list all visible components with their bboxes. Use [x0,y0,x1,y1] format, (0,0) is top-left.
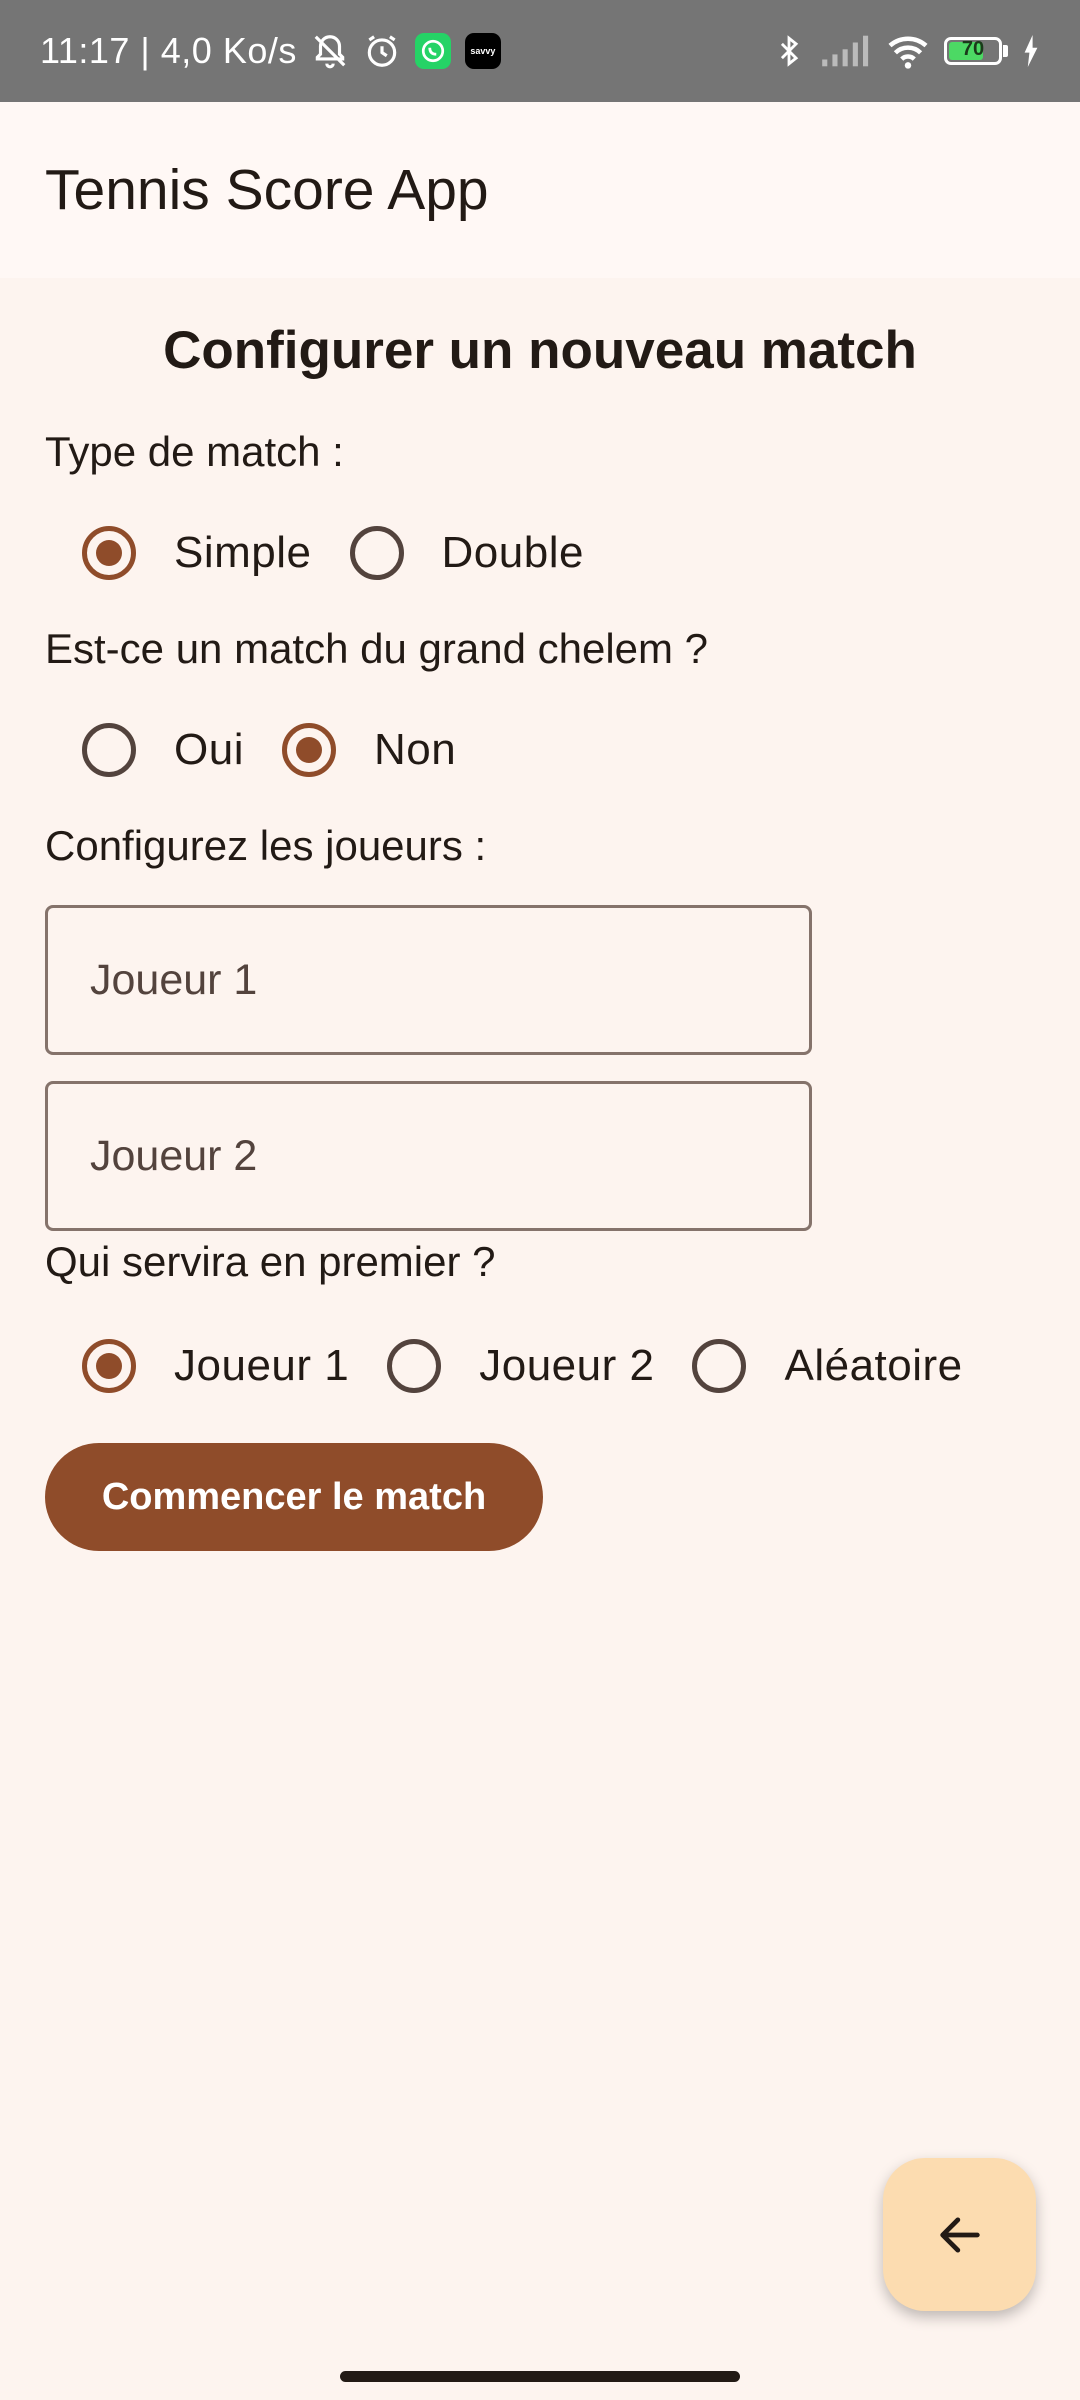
battery-level: 70 [961,38,985,60]
charging-icon [1022,35,1040,67]
radio-label-oui: Oui [174,725,244,774]
grand-slam-radio-group: Oui Non [82,715,494,785]
first-server-label: Qui servira en premier ? [45,1238,496,1285]
radio-label-double: Double [441,528,584,577]
radio-button-oui[interactable] [82,723,136,777]
radio-button-aleatoire[interactable] [692,1339,747,1393]
radio-label-simple: Simple [174,528,312,577]
app-badge-icon: savvy [464,33,501,69]
players-label: Configurez les joueurs : [45,822,487,869]
status-left: 11:17 | 4,0 Ko/s savvy [40,30,501,72]
whatsapp-icon [414,33,451,69]
match-type-label: Type de match : [45,428,344,475]
radio-label-joueur1: Joueur 1 [174,1341,350,1390]
app-title: Tennis Score App [45,158,489,222]
radio-option-non[interactable]: Non [281,723,457,777]
player2-field[interactable] [45,1081,812,1231]
start-match-button[interactable]: Commencer le match [45,1443,543,1551]
battery-body: 70 [944,37,1002,65]
gesture-navigation-bar[interactable] [340,2371,740,2382]
player1-field[interactable] [45,905,812,1055]
radio-option-joueur2[interactable]: Joueur 2 [387,1339,654,1393]
player2-input[interactable] [48,1130,809,1182]
battery-icon: 70 [944,37,1008,65]
status-right: 70 [772,32,1040,70]
battery-tip [1003,45,1008,57]
wifi-icon [886,33,930,69]
radio-label-non: Non [373,725,457,774]
mute-bell-icon [311,32,349,70]
radio-button-simple[interactable] [82,526,136,580]
radio-button-joueur1[interactable] [82,1339,136,1393]
radio-option-oui[interactable]: Oui [82,723,244,777]
status-bar: 11:17 | 4,0 Ko/s savvy 70 [0,0,1080,102]
radio-label-aleatoire: Aléatoire [784,1341,963,1390]
arrow-back-icon [934,2209,986,2261]
match-type-radio-group: Simple Double [82,518,622,588]
form-heading: Configurer un nouveau match [163,321,917,380]
status-time: 11:17 | 4,0 Ko/s [40,30,297,71]
radio-option-joueur1[interactable]: Joueur 1 [82,1339,349,1393]
first-server-radio-group: Joueur 1 Joueur 2 Aléatoire [82,1331,1001,1401]
radio-option-simple[interactable]: Simple [82,526,312,580]
app-bar: Tennis Score App [0,102,1080,278]
back-fab[interactable] [883,2158,1036,2311]
radio-option-double[interactable]: Double [349,526,584,580]
radio-label-joueur2: Joueur 2 [479,1341,655,1390]
radio-button-joueur2[interactable] [387,1339,442,1393]
grand-slam-label: Est-ce un match du grand chelem ? [45,625,709,672]
radio-button-double[interactable] [349,526,404,580]
signal-icon [820,34,872,68]
radio-button-non[interactable] [281,723,336,777]
bluetooth-icon [772,32,806,70]
player1-input[interactable] [48,954,809,1006]
radio-option-aleatoire[interactable]: Aléatoire [692,1339,962,1393]
alarm-icon [363,32,401,70]
